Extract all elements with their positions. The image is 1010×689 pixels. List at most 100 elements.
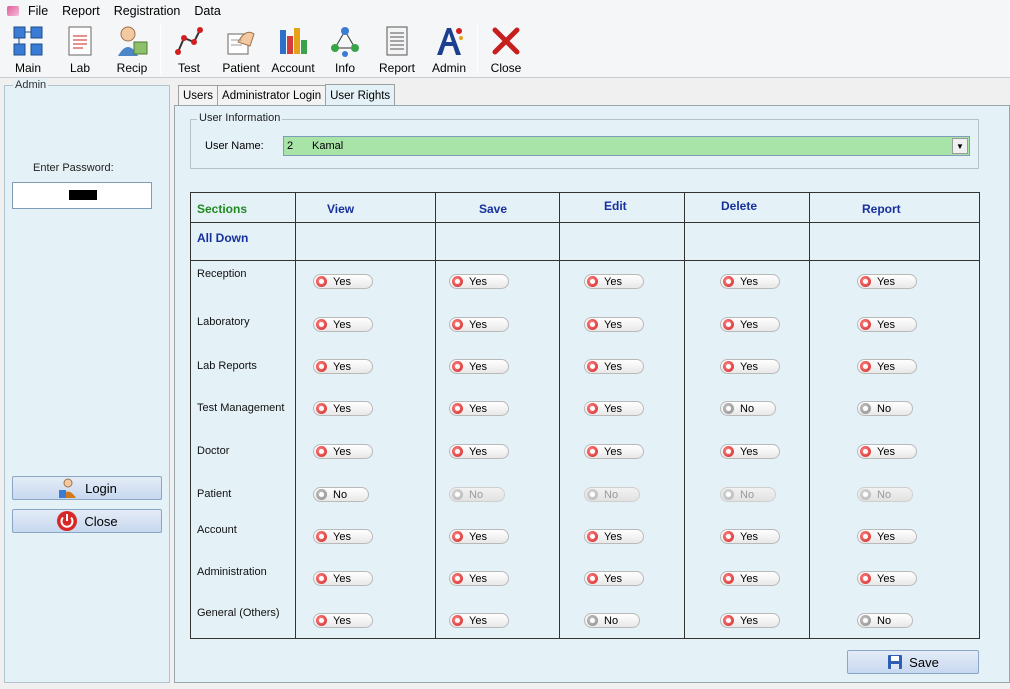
toggle-delete[interactable]: Yes	[720, 359, 780, 374]
toolbar-lab-button[interactable]: Lab	[54, 22, 106, 76]
toggle-save[interactable]: Yes	[449, 613, 509, 628]
tab-users[interactable]: Users	[178, 85, 219, 106]
toggle-knob-icon	[452, 319, 463, 330]
toggle-label: Yes	[877, 360, 895, 373]
toggle-knob-icon	[452, 573, 463, 584]
toggle-label: Yes	[740, 318, 758, 331]
toggle-label: Yes	[604, 360, 622, 373]
toggle-view[interactable]: Yes	[313, 401, 373, 416]
toggle-knob-icon	[860, 446, 871, 457]
header-save: Save	[479, 202, 508, 216]
toggle-label: Yes	[333, 530, 351, 543]
toolbar-admin-button[interactable]: Admin	[423, 22, 475, 76]
app-icon	[6, 4, 20, 18]
toggle-edit[interactable]: Yes	[584, 317, 644, 332]
toolbar-test-button[interactable]: Test	[163, 22, 215, 76]
toggle-view[interactable]: Yes	[313, 529, 373, 544]
toggle-label: Yes	[469, 614, 487, 627]
toggle-label: No	[469, 488, 484, 501]
menu-data[interactable]: Data	[194, 4, 220, 18]
toolbar-report-label: Report	[378, 61, 416, 75]
toggle-label: Yes	[333, 360, 351, 373]
toolbar-report-button[interactable]: Report	[371, 22, 423, 76]
grid-divider	[191, 260, 979, 261]
admin-close-button[interactable]: Close	[12, 509, 162, 533]
save-button[interactable]: Save	[847, 650, 979, 674]
toggle-view[interactable]: Yes	[313, 571, 373, 586]
toolbar-close-button[interactable]: Close	[480, 22, 532, 76]
toggle-report[interactable]: No	[857, 613, 913, 628]
toggle-save[interactable]: Yes	[449, 401, 509, 416]
test-icon	[175, 27, 203, 55]
admin-close-label: Close	[84, 513, 118, 529]
toggle-report[interactable]: Yes	[857, 529, 917, 544]
toolbar-main-button[interactable]: Main	[2, 22, 54, 76]
toggle-report[interactable]: Yes	[857, 359, 917, 374]
toggle-view[interactable]: No	[313, 487, 369, 502]
toggle-delete[interactable]: Yes	[720, 317, 780, 332]
toggle-edit[interactable]: Yes	[584, 274, 644, 289]
toggle-edit[interactable]: Yes	[584, 571, 644, 586]
toolbar-account-button[interactable]: Account	[267, 22, 319, 76]
toggle-delete: No	[720, 487, 776, 502]
toggle-view[interactable]: Yes	[313, 613, 373, 628]
header-delete: Delete	[721, 199, 758, 213]
floppy-disk-icon	[888, 655, 903, 669]
chevron-down-icon[interactable]: ▼	[952, 138, 968, 154]
menu-registration[interactable]: Registration	[114, 4, 181, 18]
toggle-report: No	[857, 487, 913, 502]
toggle-knob-icon	[723, 531, 734, 542]
toolbar-patient-button[interactable]: Patient	[215, 22, 267, 76]
toggle-report[interactable]: No	[857, 401, 913, 416]
all-down-button[interactable]: All Down	[197, 231, 248, 245]
toggle-edit[interactable]: No	[584, 613, 640, 628]
toggle-label: Yes	[877, 445, 895, 458]
toggle-delete[interactable]: Yes	[720, 571, 780, 586]
tab-administrator-login[interactable]: Administrator Login	[217, 85, 327, 106]
toggle-label: Yes	[877, 572, 895, 585]
toggle-save[interactable]: Yes	[449, 444, 509, 459]
user-name-select[interactable]: 2 Kamal ▼	[283, 136, 970, 156]
toggle-report[interactable]: Yes	[857, 274, 917, 289]
toggle-label: Yes	[604, 318, 622, 331]
menu-file[interactable]: File	[28, 4, 48, 18]
info-icon	[331, 27, 359, 57]
reception-icon	[118, 26, 148, 56]
account-icon	[280, 28, 307, 54]
toggle-save[interactable]: Yes	[449, 274, 509, 289]
toggle-save: No	[449, 487, 505, 502]
toggle-report[interactable]: Yes	[857, 571, 917, 586]
toggle-save[interactable]: Yes	[449, 317, 509, 332]
menu-report[interactable]: Report	[62, 4, 100, 18]
toggle-delete[interactable]: Yes	[720, 529, 780, 544]
toggle-report[interactable]: Yes	[857, 317, 917, 332]
section-label: Laboratory	[197, 316, 250, 328]
toggle-save[interactable]: Yes	[449, 359, 509, 374]
toolbar-info-button[interactable]: Info	[319, 22, 371, 76]
toggle-edit[interactable]: Yes	[584, 444, 644, 459]
toggle-label: Yes	[877, 530, 895, 543]
toggle-view[interactable]: Yes	[313, 317, 373, 332]
toggle-knob-icon	[860, 361, 871, 372]
toggle-delete[interactable]: Yes	[720, 444, 780, 459]
toggle-label: Yes	[469, 360, 487, 373]
header-report: Report	[862, 202, 901, 216]
toggle-delete[interactable]: Yes	[720, 613, 780, 628]
toggle-report[interactable]: Yes	[857, 444, 917, 459]
toggle-save[interactable]: Yes	[449, 529, 509, 544]
toggle-save[interactable]: Yes	[449, 571, 509, 586]
toolbar-recip-button[interactable]: Recip	[106, 22, 158, 76]
toggle-label: No	[333, 488, 348, 501]
login-button[interactable]: Login	[12, 476, 162, 500]
toggle-edit[interactable]: Yes	[584, 359, 644, 374]
password-input[interactable]	[12, 182, 152, 209]
toggle-view[interactable]: Yes	[313, 274, 373, 289]
toggle-view[interactable]: Yes	[313, 444, 373, 459]
toggle-edit[interactable]: Yes	[584, 401, 644, 416]
toggle-label: Yes	[333, 402, 351, 415]
toggle-edit[interactable]: Yes	[584, 529, 644, 544]
toggle-delete[interactable]: Yes	[720, 274, 780, 289]
toggle-delete[interactable]: No	[720, 401, 776, 416]
tab-user-rights[interactable]: User Rights	[325, 84, 396, 106]
toggle-view[interactable]: Yes	[313, 359, 373, 374]
